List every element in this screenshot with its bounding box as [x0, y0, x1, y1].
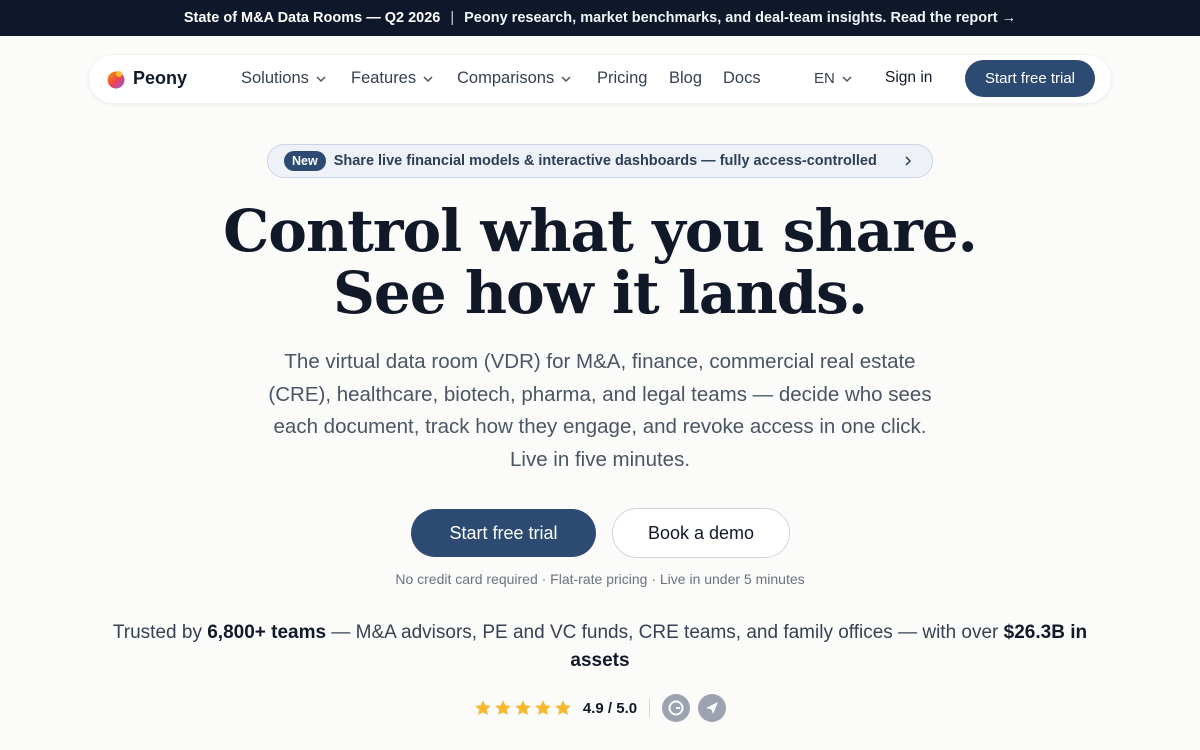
headline-line-2: See how it lands.: [332, 259, 868, 327]
nav-docs[interactable]: Docs: [723, 69, 761, 88]
brand-name: Peony: [133, 68, 188, 88]
rating-divider: [649, 699, 651, 717]
headline-line-1: Control what you share.: [223, 197, 978, 265]
brand-logo[interactable]: Peony: [106, 68, 187, 89]
capterra-icon[interactable]: [698, 694, 727, 722]
book-demo-button[interactable]: Book a demo: [612, 508, 790, 558]
g2-icon[interactable]: [662, 694, 691, 722]
g2-logo-icon: [668, 700, 684, 716]
rating-score: 4.9 / 5.0: [582, 699, 638, 717]
nav-comparisons-label: Comparisons: [457, 69, 555, 87]
hero-description: The virtual data room (VDR) for M&A, fin…: [268, 350, 932, 471]
star-icon: [555, 700, 571, 715]
nav-pricing[interactable]: Pricing: [597, 69, 647, 88]
nav-blog-label: Blog: [669, 69, 703, 87]
banner-link[interactable]: Peony research, market benchmarks, and d…: [464, 10, 1016, 26]
new-badge: New: [284, 151, 326, 171]
nav-features[interactable]: Features: [351, 69, 434, 88]
trust-middle: — M&A advisors, PE and VC funds, CRE tea…: [326, 622, 1004, 643]
capterra-logo-icon: [706, 702, 719, 714]
nav-solutions[interactable]: Solutions: [241, 69, 327, 88]
chevron-down-icon: [842, 75, 852, 82]
star-icon: [535, 700, 551, 715]
nav-solutions-label: Solutions: [241, 69, 309, 87]
chevron-down-icon: [561, 75, 571, 82]
banner-separator: |: [450, 10, 455, 26]
star-icon: [475, 700, 491, 715]
chevron-down-icon: [423, 75, 433, 82]
language-label: EN: [814, 70, 835, 87]
announcement-banner[interactable]: State of M&A Data Rooms — Q2 2026 | Peon…: [0, 0, 1200, 36]
trust-teams-count: 6,800+ teams: [207, 622, 327, 643]
chevron-down-icon: [316, 75, 326, 82]
new-feature-announcement[interactable]: New Share live financial models & intera…: [267, 144, 933, 178]
trust-statement: Trusted by 6,800+ teams — M&A advisors, …: [100, 619, 1100, 675]
page-title: Control what you share. See how it lands…: [0, 200, 1200, 324]
rating-bar: 4.9 / 5.0: [0, 691, 1200, 725]
peony-logo-icon: [107, 70, 125, 88]
language-selector[interactable]: EN: [814, 70, 853, 87]
nav-pricing-label: Pricing: [597, 69, 648, 87]
cta-fineprint: No credit card required · Flat-rate pric…: [395, 571, 805, 587]
nav-features-label: Features: [351, 69, 417, 87]
announcement-text: Share live financial models & interactiv…: [333, 153, 877, 169]
trust-prefix: Trusted by: [112, 622, 208, 643]
top-navbar: Peony Solutions Features Comparisons Pri…: [88, 54, 1112, 104]
sign-in-link[interactable]: Sign in: [885, 69, 932, 87]
nav-comparisons[interactable]: Comparisons: [457, 69, 572, 88]
star-icon: [515, 700, 531, 715]
nav-blog[interactable]: Blog: [669, 69, 702, 88]
nav-start-trial-button[interactable]: Start free trial: [965, 60, 1095, 97]
nav-docs-label: Docs: [723, 69, 761, 87]
start-free-trial-button[interactable]: Start free trial: [411, 509, 596, 557]
star-rating: [474, 699, 572, 717]
banner-title: State of M&A Data Rooms — Q2 2026: [183, 10, 441, 26]
star-icon: [495, 700, 511, 715]
chevron-right-icon: [905, 156, 912, 166]
